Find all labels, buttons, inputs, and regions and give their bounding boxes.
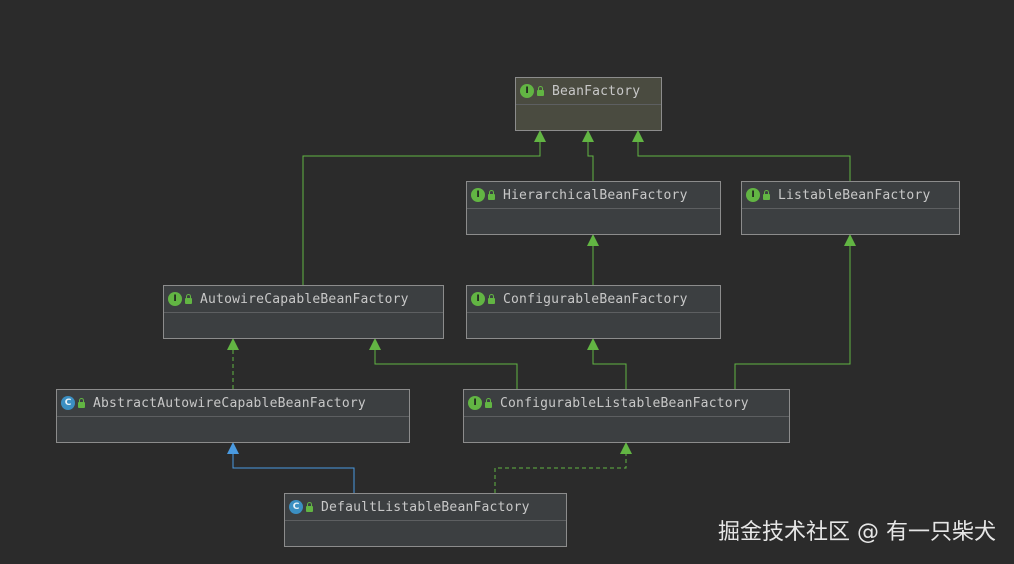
node-label: AbstractAutowireCapableBeanFactory	[93, 395, 366, 411]
inheritance-edges	[227, 130, 856, 493]
node-configurable-listable-bean-factory[interactable]: I ConfigurableListableBeanFactory	[463, 389, 790, 443]
edge-listable-to-beanfactory	[637, 140, 851, 181]
node-listable-bean-factory[interactable]: I ListableBeanFactory	[741, 181, 960, 235]
interface-icon: I	[471, 292, 485, 306]
arrowhead	[582, 130, 594, 142]
arrowhead	[534, 130, 546, 142]
arrowhead	[369, 338, 381, 350]
node-label: ConfigurableListableBeanFactory	[500, 395, 749, 411]
interface-icon: I	[168, 292, 182, 306]
arrowhead	[227, 442, 239, 454]
lock-icon	[763, 189, 770, 200]
node-abstract-autowire-capable-bean-factory[interactable]: C AbstractAutowireCapableBeanFactory	[56, 389, 410, 443]
interface-icon: I	[746, 188, 760, 202]
interface-icon: I	[471, 188, 485, 202]
lock-icon	[185, 293, 192, 304]
edge-default-to-configlistable	[494, 452, 627, 493]
interface-icon: I	[468, 396, 482, 410]
edge-default-to-abstractautowire	[232, 452, 355, 493]
edge-configlistable-to-configurable	[592, 348, 627, 389]
node-default-listable-bean-factory[interactable]: C DefaultListableBeanFactory	[284, 493, 567, 547]
node-label: ConfigurableBeanFactory	[503, 291, 688, 307]
node-label: ListableBeanFactory	[778, 187, 931, 203]
watermark: 掘金技术社区 @ 有一只柴犬	[718, 520, 996, 545]
lock-icon	[488, 189, 495, 200]
interface-icon: I	[520, 84, 534, 98]
edge-configlistable-to-autowire	[374, 348, 518, 389]
arrowhead	[227, 338, 239, 350]
lock-icon	[537, 85, 544, 96]
node-bean-factory[interactable]: I BeanFactory	[515, 77, 662, 131]
node-label: AutowireCapableBeanFactory	[200, 291, 409, 307]
class-icon: C	[289, 500, 303, 514]
arrowhead	[587, 234, 599, 246]
edge-configlistable-to-listable	[734, 244, 851, 389]
arrowhead	[844, 234, 856, 246]
lock-icon	[306, 501, 313, 512]
arrowhead	[587, 338, 599, 350]
edge-hierarchical-to-beanfactory	[587, 140, 594, 181]
node-autowire-capable-bean-factory[interactable]: I AutowireCapableBeanFactory	[163, 285, 444, 339]
lock-icon	[488, 293, 495, 304]
node-label: HierarchicalBeanFactory	[503, 187, 688, 203]
arrowhead	[620, 442, 632, 454]
arrowhead	[632, 130, 644, 142]
node-label: DefaultListableBeanFactory	[321, 499, 530, 515]
class-icon: C	[61, 396, 75, 410]
lock-icon	[485, 397, 492, 408]
node-hierarchical-bean-factory[interactable]: I HierarchicalBeanFactory	[466, 181, 721, 235]
node-configurable-bean-factory[interactable]: I ConfigurableBeanFactory	[466, 285, 721, 339]
lock-icon	[78, 397, 85, 408]
node-label: BeanFactory	[552, 83, 641, 99]
